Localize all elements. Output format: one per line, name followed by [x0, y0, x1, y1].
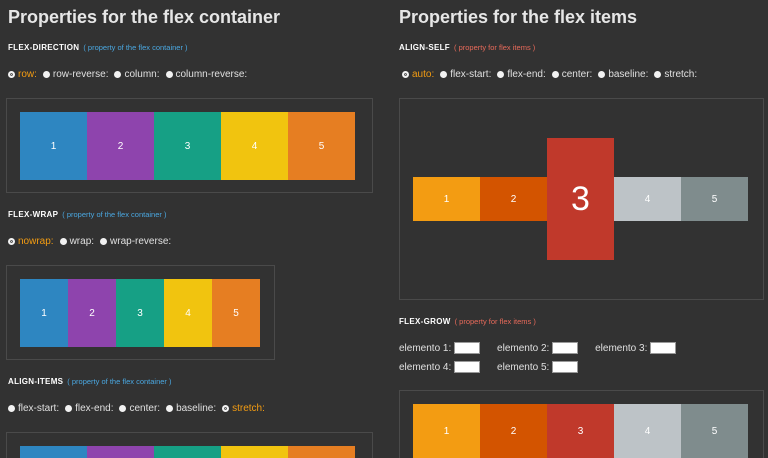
radio-icon: [65, 405, 73, 412]
flex-grow-field-4: elemento 4:: [399, 361, 481, 373]
flex-direction-heading: FLEX-DIRECTION( property of the flex con…: [8, 43, 188, 52]
flex-direction-radio-group: row: row-reverse: column: column-reverse…: [8, 69, 253, 80]
flex-item: 4: [614, 177, 681, 221]
flex-wrap-option-nowrap[interactable]: nowrap:: [8, 236, 54, 247]
radio-icon: [42, 71, 50, 78]
align-items-radio-group: flex-start: flex-end: center: baseline: …: [8, 403, 271, 414]
flex-grow-field-5: elemento 5:: [497, 361, 579, 373]
flex-grow-input-5[interactable]: [552, 361, 579, 373]
flex-item: [221, 446, 288, 458]
flex-grow-fields-row-1: elemento 1: elemento 2: elemento 3:: [399, 342, 690, 354]
flex-item: 5: [681, 404, 748, 458]
flex-direction-option-column[interactable]: column:: [114, 69, 160, 80]
flex-item: 3: [547, 404, 614, 458]
flex-item: 1: [20, 279, 68, 347]
align-self-option-auto[interactable]: auto:: [402, 69, 434, 80]
flex-grow-fields-row-2: elemento 4: elemento 5:: [399, 361, 592, 373]
flex-wrap-heading: FLEX-WRAP( property of the flex containe…: [8, 210, 166, 219]
flex-direction-option-row-reverse[interactable]: row-reverse:: [42, 69, 108, 80]
flex-item: 4: [614, 404, 681, 458]
align-self-option-stretch[interactable]: stretch:: [654, 69, 697, 80]
align-items-option-baseline[interactable]: baseline:: [166, 403, 216, 414]
align-self-option-flex-start[interactable]: flex-start:: [440, 69, 491, 80]
flex-item: 5: [681, 177, 748, 221]
align-self-radio-group: auto: flex-start: flex-end: center: base…: [402, 69, 703, 80]
flex-direction-option-row[interactable]: row:: [8, 69, 37, 80]
items-section-title: Properties for the flex items: [399, 7, 638, 27]
flex-item: 1: [413, 177, 480, 221]
flex-item: 2: [87, 112, 154, 180]
radio-icon: [114, 71, 122, 78]
flex-grow-field-1: elemento 1:: [399, 342, 481, 354]
flex-item: 1: [413, 404, 480, 458]
align-items-label: ALIGN-ITEMS: [8, 377, 64, 386]
flex-wrap-option-wrap[interactable]: wrap:: [59, 236, 94, 247]
flex-item: 2: [480, 404, 547, 458]
flex-grow-field-2: elemento 2:: [497, 342, 579, 354]
flex-grow-input-3[interactable]: [650, 342, 677, 354]
flex-item: 2: [480, 177, 547, 221]
flex-direction-demo-row: 1 2 3 4 5: [20, 112, 355, 180]
align-self-option-baseline[interactable]: baseline:: [598, 69, 648, 80]
flex-item: [154, 446, 221, 458]
flex-item: 4: [164, 279, 212, 347]
flex-item: 3: [154, 112, 221, 180]
radio-icon: [497, 71, 505, 78]
container-section-title: Properties for the flex container: [8, 7, 281, 27]
radio-icon: [551, 71, 559, 78]
radio-icon: [8, 405, 15, 412]
radio-icon: [440, 71, 448, 78]
align-items-note: ( property of the flex container ): [67, 377, 172, 386]
flex-grow-input-1[interactable]: [454, 342, 481, 354]
align-self-option-flex-end[interactable]: flex-end:: [497, 69, 546, 80]
align-items-option-flex-start[interactable]: flex-start:: [8, 403, 59, 414]
align-self-note: ( property for flex items ): [454, 43, 536, 52]
radio-icon: [654, 71, 662, 78]
flex-wrap-demo-row: 1 2 3 4 5: [20, 279, 260, 347]
radio-icon: [166, 405, 174, 412]
flex-wrap-note: ( property of the flex container ): [62, 210, 167, 219]
radio-icon: [598, 71, 606, 78]
flex-wrap-label: FLEX-WRAP: [8, 210, 59, 219]
flex-direction-label: FLEX-DIRECTION: [8, 43, 80, 52]
flex-grow-input-2[interactable]: [552, 342, 579, 354]
flex-grow-label: FLEX-GROW: [399, 317, 451, 326]
flex-item-selected: 3: [547, 138, 614, 260]
flex-grow-note: ( property for flex items ): [454, 317, 536, 326]
radio-icon: [119, 405, 127, 412]
flex-item: 5: [288, 112, 355, 180]
radio-icon: [165, 71, 173, 78]
align-self-heading: ALIGN-SELF ( property for flex items ): [399, 43, 535, 52]
flex-item: [20, 446, 87, 458]
radio-selected-icon: [8, 71, 15, 78]
flex-wrap-radio-group: nowrap: wrap: wrap-reverse:: [8, 236, 177, 247]
flex-grow-demo-row: 1 2 3 4 5: [413, 404, 748, 458]
align-items-option-center[interactable]: center:: [119, 403, 160, 414]
flex-grow-input-4[interactable]: [454, 361, 481, 373]
flex-item: 3: [116, 279, 164, 347]
align-self-option-center[interactable]: center:: [551, 69, 592, 80]
align-items-heading: ALIGN-ITEMS( property of the flex contai…: [8, 377, 172, 386]
flex-item: [87, 446, 154, 458]
flex-direction-note: ( property of the flex container ): [83, 43, 188, 52]
flex-grow-field-3: elemento 3:: [595, 342, 677, 354]
flex-item: 4: [221, 112, 288, 180]
flex-item: 1: [20, 112, 87, 180]
flex-item: 2: [68, 279, 116, 347]
align-self-label: ALIGN-SELF: [399, 43, 450, 52]
flex-item: 5: [212, 279, 260, 347]
flex-wrap-option-wrap-reverse[interactable]: wrap-reverse:: [100, 236, 171, 247]
radio-icon: [59, 238, 67, 245]
flex-grow-heading: FLEX-GROW( property for flex items ): [399, 317, 536, 326]
radio-selected-icon: [222, 405, 230, 412]
align-items-option-flex-end[interactable]: flex-end:: [65, 403, 113, 414]
flex-direction-option-column-reverse[interactable]: column-reverse:: [165, 69, 247, 80]
radio-selected-icon: [402, 71, 409, 78]
align-self-demo-row: 1 2 3 4 5: [413, 138, 748, 260]
flex-item: [288, 446, 355, 458]
align-items-option-stretch[interactable]: stretch:: [222, 403, 265, 414]
radio-icon: [100, 238, 108, 245]
align-items-demo-row: [20, 446, 355, 458]
radio-selected-icon: [8, 238, 15, 245]
